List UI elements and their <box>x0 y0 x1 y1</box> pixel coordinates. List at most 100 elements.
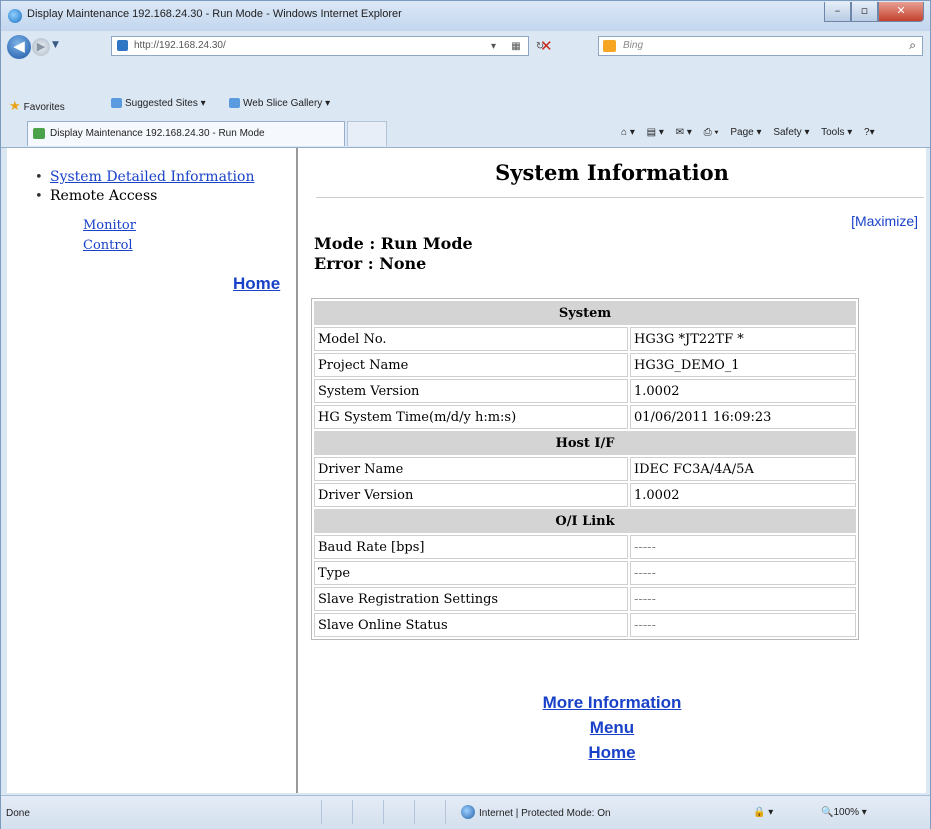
search-box[interactable]: Bing ⌕ <box>598 36 923 56</box>
tab-row: Display Maintenance 192.168.24.30 - Run … <box>1 117 930 148</box>
section-header: System <box>314 301 856 325</box>
section-header: O/I Link <box>314 509 856 533</box>
more-information-link[interactable]: More Information <box>298 690 926 715</box>
suggested-sites-button[interactable]: Suggested Sites ▾ <box>111 98 206 109</box>
field-value: ----- <box>630 587 856 611</box>
field-value: HG3G_DEMO_1 <box>630 353 856 377</box>
field-label: System Version <box>314 379 628 403</box>
tab-display-maintenance[interactable]: Display Maintenance 192.168.24.30 - Run … <box>27 121 345 146</box>
web-slice-gallery-button[interactable]: Web Slice Gallery ▾ <box>229 98 330 109</box>
field-label: Project Name <box>314 353 628 377</box>
mode-text: Mode : Run Mode <box>314 234 473 253</box>
close-button[interactable]: ✕ <box>878 2 924 22</box>
nav-link-system-detailed-information[interactable]: System Detailed Information <box>50 169 254 185</box>
stop-button[interactable]: ✕ <box>540 37 553 55</box>
help-icon[interactable]: ?▾ <box>864 127 875 138</box>
field-value: 1.0002 <box>630 379 856 403</box>
field-label: Driver Version <box>314 483 628 507</box>
globe-icon <box>461 805 475 819</box>
ie-logo-icon <box>8 9 22 23</box>
sidebar-home-link[interactable]: Home <box>233 274 280 294</box>
tab-label: Display Maintenance 192.168.24.30 - Run … <box>50 128 265 139</box>
nav-link-monitor[interactable]: Monitor <box>83 216 136 236</box>
maximize-link[interactable]: [Maximize] <box>851 213 918 229</box>
browser-window: Display Maintenance 192.168.24.30 - Run … <box>0 0 931 829</box>
field-value: ----- <box>630 613 856 637</box>
search-icon[interactable]: ⌕ <box>909 38 916 53</box>
title-bar: Display Maintenance 192.168.24.30 - Run … <box>1 1 930 31</box>
tools-menu[interactable]: Tools ▾ <box>821 127 852 138</box>
bottom-links: More Information Menu Home <box>298 690 926 765</box>
status-text: Done <box>6 808 30 819</box>
main-pane: System Information [Maximize] Mode : Run… <box>298 148 926 793</box>
remote-access-submenu: Monitor Control <box>83 216 136 256</box>
field-label: Driver Name <box>314 457 628 481</box>
field-label: Slave Online Status <box>314 613 628 637</box>
minimize-button[interactable]: – <box>824 2 851 22</box>
bing-icon <box>603 40 616 52</box>
nav-list: System Detailed Information Remote Acces… <box>35 168 254 206</box>
field-label: Model No. <box>314 327 628 351</box>
table-row: Driver Version 1.0002 <box>314 483 856 507</box>
search-placeholder[interactable]: Bing <box>623 40 643 51</box>
section-header-row: Host I/F <box>314 431 856 455</box>
status-bar: Done Internet | Protected Mode: On 🔒 ▾ 🔍… <box>1 795 930 829</box>
lock-icon[interactable]: 🔒 ▾ <box>753 807 773 818</box>
back-button[interactable]: ◀ <box>7 35 31 59</box>
menu-link[interactable]: Menu <box>298 715 926 740</box>
field-label: Baud Rate [bps] <box>314 535 628 559</box>
nav-item-remote-access: Remote Access <box>35 187 254 206</box>
feeds-icon[interactable]: ▤ ▾ <box>647 127 664 138</box>
favorites-button[interactable]: ★ Favorites <box>9 98 65 114</box>
field-value: ----- <box>630 561 856 585</box>
field-value: 1.0002 <box>630 483 856 507</box>
table-row: Slave Registration Settings ----- <box>314 587 856 611</box>
star-icon: ★ <box>9 98 21 113</box>
section-header-row: O/I Link <box>314 509 856 533</box>
forward-button[interactable]: ▶ <box>32 38 50 56</box>
table-row: Type ----- <box>314 561 856 585</box>
address-url[interactable]: http://192.168.24.30/ <box>134 40 226 51</box>
status-cells <box>291 800 451 824</box>
left-navigation-pane: System Detailed Information Remote Acces… <box>7 148 298 793</box>
home-icon[interactable]: ⌂ ▾ <box>621 127 635 138</box>
caption-buttons: – ▫ ✕ <box>824 2 924 22</box>
table-row: Slave Online Status ----- <box>314 613 856 637</box>
mail-icon[interactable]: ✉ ▾ <box>676 127 692 138</box>
recent-pages-dropdown-icon[interactable]: ▼ <box>52 40 59 50</box>
table-row: HG System Time(m/d/y h:m:s) 01/06/2011 16… <box>314 405 856 429</box>
favorites-bar: ★ Favorites Suggested Sites ▾ Web Slice G… <box>1 91 930 117</box>
address-bar[interactable]: http://192.168.24.30/ <box>111 36 529 56</box>
address-toolbar: ◀ ▶ ▼ http://192.168.24.30/ ▾ ▦ ↻ ✕ Bing… <box>1 31 930 63</box>
home-link[interactable]: Home <box>298 740 926 765</box>
web-slice-icon <box>229 98 240 109</box>
field-label: Type <box>314 561 628 585</box>
error-text: Error : None <box>314 254 427 273</box>
command-bar: ⌂ ▾ ▤ ▾ ✉ ▾ ⎙ ▾ Page ▾ Safety ▾ Tools ▾ … <box>621 127 884 138</box>
page-content: System Detailed Information Remote Acces… <box>7 148 926 793</box>
safety-menu[interactable]: Safety ▾ <box>773 127 809 138</box>
field-label: HG System Time(m/d/y h:m:s) <box>314 405 628 429</box>
new-tab-button[interactable] <box>347 121 387 146</box>
section-header-row: System <box>314 301 856 325</box>
table-row: Baud Rate [bps] ----- <box>314 535 856 559</box>
page-menu[interactable]: Page ▾ <box>730 127 761 138</box>
field-value: IDEC FC3A/4A/5A <box>630 457 856 481</box>
tab-page-icon <box>33 128 45 139</box>
nav-link-control[interactable]: Control <box>83 236 136 256</box>
page-icon <box>117 40 128 51</box>
zoom-level[interactable]: 🔍100% ▾ <box>821 807 867 818</box>
field-label: Slave Registration Settings <box>314 587 628 611</box>
page-title: System Information <box>495 160 729 185</box>
field-value: ----- <box>630 535 856 559</box>
print-icon[interactable]: ⎙ ▾ <box>704 127 719 138</box>
mode-status: Mode : Run Mode Error : None <box>314 234 473 274</box>
system-info-table: System Model No. HG3G *JT22TF * Project Nam… <box>311 298 859 640</box>
security-zone[interactable]: Internet | Protected Mode: On <box>479 808 611 819</box>
maximize-button[interactable]: ▫ <box>851 2 878 22</box>
title-divider <box>316 197 924 198</box>
section-header: Host I/F <box>314 431 856 455</box>
table-row: Project Name HG3G_DEMO_1 <box>314 353 856 377</box>
suggested-sites-icon <box>111 98 122 109</box>
nav-item-system-detailed-information[interactable]: System Detailed Information <box>35 168 254 187</box>
